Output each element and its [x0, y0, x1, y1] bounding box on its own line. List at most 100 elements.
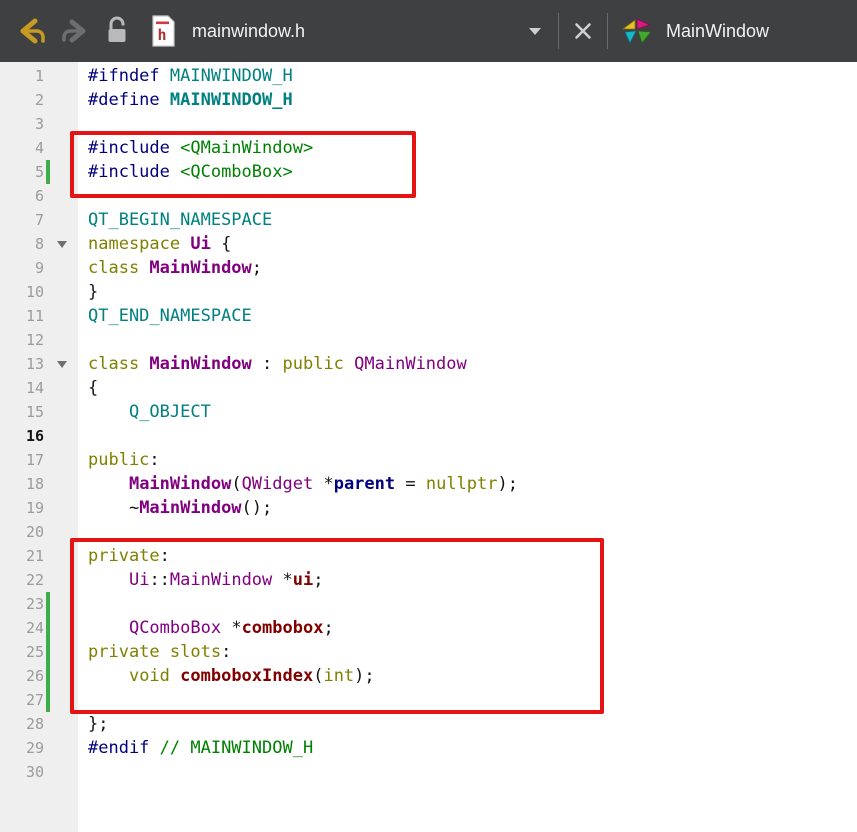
change-marker	[46, 136, 50, 160]
gutter-cell: 8	[0, 232, 78, 256]
code-line-text: namespace Ui {	[78, 232, 857, 256]
code-line[interactable]: 24 QComboBox *combobox;	[0, 616, 857, 640]
nav-back-button[interactable]	[10, 9, 54, 53]
gutter-cell: 27	[0, 688, 78, 712]
code-line[interactable]: 19 ~MainWindow();	[0, 496, 857, 520]
code-line-text: };	[78, 712, 857, 736]
code-line[interactable]: 5 #include <QComboBox>	[0, 160, 857, 184]
code-line[interactable]: 30	[0, 760, 857, 784]
code-line[interactable]: 10}	[0, 280, 857, 304]
code-line-text: QComboBox *combobox;	[78, 616, 857, 640]
fold-toggle-icon[interactable]	[50, 240, 74, 248]
code-line[interactable]: 29 #endif // MAINWINDOW_H	[0, 736, 857, 760]
code-line[interactable]: 12	[0, 328, 857, 352]
change-marker	[46, 664, 50, 688]
code-token: ;	[251, 258, 263, 278]
line-number: 24	[25, 619, 44, 637]
code-line[interactable]: 14 {	[0, 376, 857, 400]
code-token: // MAINWINDOW_H	[159, 738, 314, 758]
change-marker	[46, 472, 50, 496]
line-number: 20	[25, 523, 44, 541]
code-line[interactable]: 11 QT_END_NAMESPACE	[0, 304, 857, 328]
code-line[interactable]: 23	[0, 592, 857, 616]
code-line[interactable]: 26 void comboboxIndex(int);	[0, 664, 857, 688]
change-marker	[46, 304, 50, 328]
line-number: 15	[25, 403, 44, 421]
line-number: 12	[25, 331, 44, 349]
fold-toggle-icon[interactable]	[50, 360, 74, 368]
code-token: class	[88, 354, 150, 374]
open-document-dropdown[interactable]: h mainwindow.h	[150, 7, 552, 55]
code-line[interactable]: 15 Q_OBJECT	[0, 400, 857, 424]
nav-forward-button[interactable]	[54, 9, 98, 53]
change-marker	[46, 328, 50, 352]
code-token: :	[159, 546, 170, 566]
lock-toggle-button[interactable]	[98, 9, 136, 53]
line-number: 27	[25, 691, 44, 709]
code-line[interactable]: 25 private slots:	[0, 640, 857, 664]
code-token: private	[88, 546, 160, 566]
code-line[interactable]: 4 #include <QMainWindow>	[0, 136, 857, 160]
code-line[interactable]: 1 #ifndef MAINWINDOW_H	[0, 64, 857, 88]
code-token: ui	[292, 570, 314, 590]
code-token: ::	[149, 570, 170, 590]
change-marker	[46, 568, 50, 592]
line-number: 18	[25, 475, 44, 493]
code-line[interactable]: 16	[0, 424, 857, 448]
gutter-cell: 23	[0, 592, 78, 616]
code-line-text	[78, 592, 857, 616]
change-marker	[46, 712, 50, 736]
code-line[interactable]: 2 #define MAINWINDOW_H	[0, 88, 857, 112]
symbol-selector-dropdown[interactable]: MainWindow	[620, 16, 769, 46]
change-marker	[46, 376, 50, 400]
code-token: #include	[88, 162, 181, 182]
code-line[interactable]: 22 Ui::MainWindow *ui;	[0, 568, 857, 592]
line-number: 8	[34, 235, 44, 253]
code-line-text: #define MAINWINDOW_H	[78, 88, 857, 112]
code-line-text: ~MainWindow();	[78, 496, 857, 520]
code-line[interactable]: 6	[0, 184, 857, 208]
code-line[interactable]: 13 class MainWindow : public QMainWindow	[0, 352, 857, 376]
chevron-down-icon[interactable]	[528, 27, 542, 36]
line-number: 13	[25, 355, 44, 373]
code-line[interactable]: 17 public:	[0, 448, 857, 472]
code-token: *	[221, 618, 242, 638]
code-line-text	[78, 688, 857, 712]
code-line[interactable]: 18 MainWindow(QWidget *parent = nullptr)…	[0, 472, 857, 496]
close-document-button[interactable]	[565, 9, 601, 53]
code-line[interactable]: 27	[0, 688, 857, 712]
code-line-text: QT_END_NAMESPACE	[78, 304, 857, 328]
code-token: (	[313, 666, 324, 686]
code-token: {	[210, 234, 232, 254]
code-token: QWidget	[241, 474, 314, 494]
code-token: ;	[313, 570, 324, 590]
code-line[interactable]: 8 namespace Ui {	[0, 232, 857, 256]
code-line[interactable]: 7 QT_BEGIN_NAMESPACE	[0, 208, 857, 232]
code-token: MainWindow	[169, 570, 273, 590]
code-line[interactable]: 3	[0, 112, 857, 136]
change-marker	[46, 208, 50, 232]
code-token: namespace	[88, 234, 191, 254]
code-line[interactable]: 20	[0, 520, 857, 544]
code-line[interactable]: 9 class MainWindow;	[0, 256, 857, 280]
code-token: <QMainWindow>	[180, 138, 314, 158]
code-editor[interactable]: 1 #ifndef MAINWINDOW_H 2 #define MAINWINDOW…	[0, 62, 857, 832]
change-marker	[46, 760, 50, 784]
code-line-text: {	[78, 376, 857, 400]
line-number: 28	[25, 715, 44, 733]
code-token: #endif	[88, 738, 160, 758]
code-token: ;	[323, 618, 334, 638]
gutter-cell: 26	[0, 664, 78, 688]
code-token: MAINWINDOW_H	[169, 66, 293, 86]
code-line-text: QT_BEGIN_NAMESPACE	[78, 208, 857, 232]
gutter-cell: 17	[0, 448, 78, 472]
code-line[interactable]: 21 private:	[0, 544, 857, 568]
change-marker	[46, 592, 50, 616]
code-line[interactable]: 28};	[0, 712, 857, 736]
gutter-cell: 28	[0, 712, 78, 736]
change-marker	[46, 88, 50, 112]
code-token: {	[88, 378, 99, 398]
